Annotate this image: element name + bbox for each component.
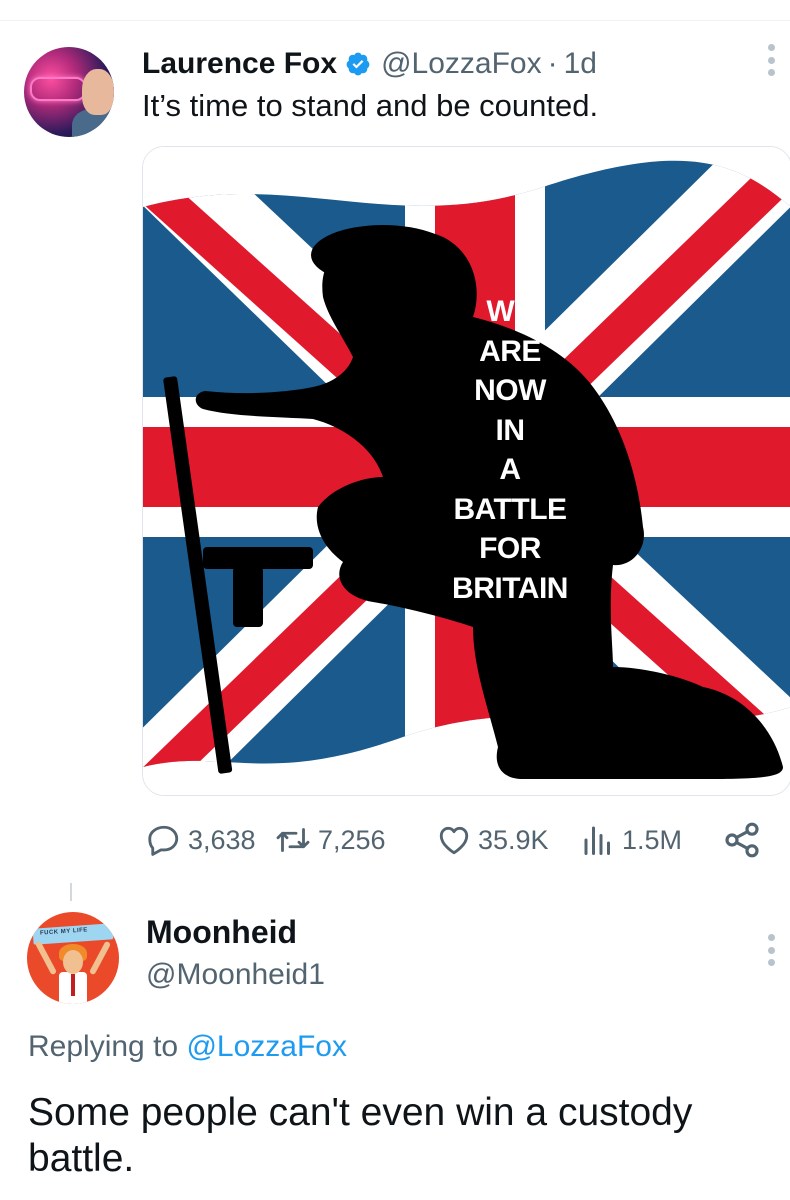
poster-line: IN bbox=[495, 413, 526, 447]
views-icon bbox=[584, 826, 610, 855]
views-count: 1.5M bbox=[622, 824, 683, 855]
replying-to: Replying to @LozzaFox bbox=[28, 1030, 347, 1064]
tweet-action-bar: 3,638 7,256 35.9K 1.5M bbox=[146, 818, 776, 862]
poster-line: ARE bbox=[479, 334, 541, 368]
poster-slogan: WE ARE NOW IN A BATTLE FOR BRITAIN bbox=[445, 292, 575, 608]
tweet-image[interactable]: WE ARE NOW IN A BATTLE FOR BRITAIN bbox=[142, 146, 790, 796]
author-avatar[interactable] bbox=[24, 47, 114, 137]
poster-line: BRITAIN bbox=[452, 571, 568, 605]
reply-author-avatar[interactable]: FUCK MY LIFE bbox=[27, 912, 119, 1004]
retweet-count: 7,256 bbox=[318, 824, 386, 855]
more-icon[interactable] bbox=[767, 44, 775, 76]
like-icon bbox=[439, 826, 469, 855]
reply-count: 3,638 bbox=[188, 824, 256, 855]
author-handle[interactable]: @LozzaFox bbox=[381, 47, 542, 81]
tweet-text: It’s time to stand and be counted. bbox=[142, 88, 599, 123]
poster-line: A bbox=[499, 453, 521, 486]
replying-mention-link[interactable]: @LozzaFox bbox=[186, 1030, 347, 1063]
reply-text: Some people can't even win a custody bat… bbox=[28, 1091, 693, 1180]
separator-dot: · bbox=[547, 47, 558, 80]
share-button[interactable] bbox=[722, 818, 762, 862]
reply-author-handle[interactable]: @Moonheid1 bbox=[146, 958, 325, 992]
reply-author-name[interactable]: Moonheid bbox=[146, 914, 297, 951]
replying-prefix: Replying to bbox=[28, 1030, 179, 1063]
poster-line: NOW bbox=[474, 374, 546, 407]
poster-line: BATTLE bbox=[453, 492, 567, 526]
thread-connector bbox=[70, 883, 72, 901]
retweet-button[interactable]: 7,256 bbox=[274, 818, 386, 862]
retweet-icon bbox=[276, 828, 310, 852]
share-icon bbox=[725, 822, 759, 858]
reply-icon bbox=[148, 825, 179, 856]
reply-more-icon[interactable] bbox=[767, 934, 775, 966]
views-button[interactable]: 1.5M bbox=[580, 818, 682, 862]
poster-line: WE bbox=[486, 295, 534, 328]
author-name[interactable]: Laurence Fox bbox=[142, 47, 337, 81]
reply-button[interactable]: 3,638 bbox=[146, 818, 256, 862]
verified-badge-icon bbox=[346, 52, 370, 76]
tweet-timestamp[interactable]: 1d bbox=[564, 47, 597, 81]
top-divider bbox=[0, 20, 790, 21]
like-button[interactable]: 35.9K bbox=[436, 818, 549, 862]
tweet-header: Laurence Fox @LozzaFox · 1d bbox=[142, 44, 597, 84]
poster-line: FOR bbox=[479, 532, 541, 565]
like-count: 35.9K bbox=[478, 824, 549, 855]
